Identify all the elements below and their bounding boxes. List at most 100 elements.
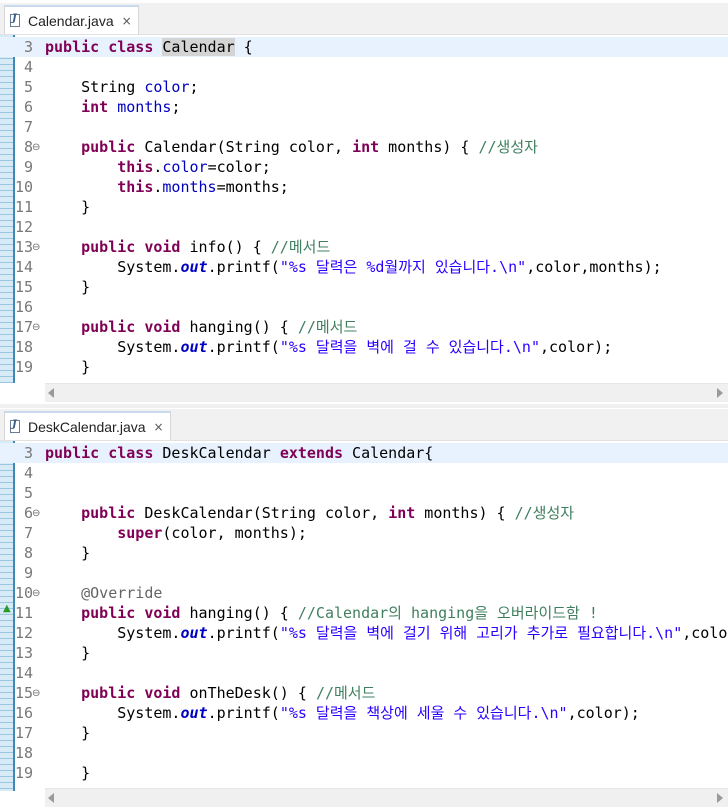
code-token: hanging() { <box>180 318 298 336</box>
code-editor[interactable]: 3 public class Calendar {4 5 String color;… <box>0 35 728 383</box>
code-text: public void hanging() { //메서드 <box>45 317 357 337</box>
code-token: super <box>117 524 163 542</box>
scroll-right-arrow-icon[interactable] <box>717 388 723 398</box>
line-number: 9 <box>23 158 33 176</box>
code-line[interactable]: 6 int months; <box>0 97 728 117</box>
close-icon[interactable]: × <box>154 420 164 434</box>
line-number: 12 <box>14 218 33 236</box>
fold-toggle-icon[interactable]: ⊖ <box>32 504 40 524</box>
code-line[interactable]: 3 public class Calendar { <box>0 37 728 57</box>
code-token: "%s 달력은 %d월까지 있습니다.\n" <box>279 258 527 276</box>
scroll-right-arrow-icon[interactable] <box>717 793 723 803</box>
fold-toggle-icon[interactable]: ⊖ <box>32 238 40 258</box>
code-text: } <box>45 277 90 297</box>
code-line[interactable]: 6 ⊖ public DeskCalendar(String color, int… <box>0 503 728 523</box>
code-line[interactable]: 18 System.out.printf("%s 달력을 벽에 걸 수 있습니다… <box>0 337 728 357</box>
code-line[interactable]: 14 System.out.printf("%s 달력은 %d월까지 있습니다.… <box>0 257 728 277</box>
code-line[interactable]: 18 <box>0 743 728 763</box>
code-token: //메서드 <box>270 238 331 256</box>
line-number: 13 <box>14 644 33 662</box>
code-text: } <box>45 763 90 783</box>
code-line[interactable]: 15 } <box>0 277 728 297</box>
code-token: out <box>180 624 208 642</box>
code-editor[interactable]: 3 public class DeskCalendar extends Calen… <box>0 441 728 791</box>
code-line[interactable]: 12 System.out.printf("%s 달력을 벽에 걸기 위해 고리… <box>0 623 728 643</box>
code-token: void <box>144 318 181 336</box>
line-number: 5 <box>23 484 33 502</box>
code-line[interactable]: 16 <box>0 297 728 317</box>
horizontal-scrollbar[interactable] <box>45 383 728 402</box>
code-line[interactable]: 3 public class DeskCalendar extends Calen… <box>0 443 728 463</box>
scroll-left-arrow-icon[interactable] <box>48 793 54 803</box>
line-number: 6 <box>23 504 33 522</box>
code-line[interactable]: 15 ⊖ public void onTheDesk() { //메서드 <box>0 683 728 703</box>
code-token: this <box>117 158 154 176</box>
code-line[interactable]: 9 <box>0 563 728 583</box>
code-token: extends <box>279 444 344 462</box>
code-token: } <box>45 544 91 562</box>
fold-toggle-icon[interactable]: ⊖ <box>32 684 40 704</box>
code-token: public <box>81 684 136 702</box>
code-text: int months; <box>45 97 180 117</box>
code-line[interactable]: 11 ▲ public void hanging() { //Calendar의 … <box>0 603 728 623</box>
scroll-left-arrow-icon[interactable] <box>48 388 54 398</box>
editor-separator[interactable] <box>0 404 728 408</box>
code-token: int <box>81 98 109 116</box>
code-line[interactable]: 7 super(color, months); <box>0 523 728 543</box>
code-line[interactable]: 8 } <box>0 543 728 563</box>
code-line[interactable]: 17 } <box>0 723 728 743</box>
code-line[interactable]: 4 <box>0 57 728 77</box>
code-token: Calendar{ <box>343 444 434 462</box>
fold-toggle-icon[interactable]: ⊖ <box>32 584 40 604</box>
code-token: System. <box>45 338 181 356</box>
code-line[interactable]: 10 this.months=months; <box>0 177 728 197</box>
code-token: } <box>45 644 91 662</box>
code-line[interactable]: 16 System.out.printf("%s 달력을 책상에 세울 수 있습… <box>0 703 728 723</box>
code-line[interactable]: 9 this.color=color; <box>0 157 728 177</box>
fold-toggle-icon[interactable]: ⊖ <box>32 318 40 338</box>
code-text: public class DeskCalendar extends Calend… <box>45 443 433 463</box>
code-token: =color; <box>207 158 271 176</box>
tab-deskcalendar-java[interactable]: J DeskCalendar.java × <box>4 411 171 440</box>
code-line[interactable]: 10 ⊖ @Override <box>0 583 728 603</box>
line-number: 4 <box>23 464 33 482</box>
code-line[interactable]: 4 <box>0 463 728 483</box>
code-text: this.color=color; <box>45 157 271 177</box>
code-line[interactable]: 14 <box>0 663 728 683</box>
code-line[interactable]: 7 <box>0 117 728 137</box>
tab-calendar-java[interactable]: J Calendar.java × <box>4 5 139 34</box>
code-line[interactable]: 11 } <box>0 197 728 217</box>
line-number: 14 <box>14 664 33 682</box>
code-line[interactable]: 19 } <box>0 357 728 377</box>
line-number: 19 <box>14 358 33 376</box>
code-token: } <box>45 198 91 216</box>
code-line[interactable]: 12 <box>0 217 728 237</box>
horizontal-scrollbar[interactable] <box>45 788 728 807</box>
code-text: System.out.printf("%s 달력을 벽에 걸 수 있습니다.\n… <box>45 337 612 357</box>
code-token: String <box>45 78 145 96</box>
code-token: public <box>45 444 100 462</box>
code-token: { <box>234 38 253 56</box>
code-token: System. <box>45 258 181 276</box>
code-line[interactable]: 8 ⊖ public Calendar(String color, int mon… <box>0 137 728 157</box>
code-token: class <box>108 444 154 462</box>
line-number: 8 <box>23 544 33 562</box>
code-line[interactable]: 19 } <box>0 763 728 783</box>
line-number: 11 <box>14 198 33 216</box>
line-number: 15 <box>14 278 33 296</box>
code-line[interactable]: 13 } <box>0 643 728 663</box>
code-line[interactable]: 17 ⊖ public void hanging() { //메서드 <box>0 317 728 337</box>
code-token: "%s 달력을 책상에 세울 수 있습니다.\n" <box>279 704 568 722</box>
code-token: public <box>81 138 136 156</box>
line-number: 17 <box>14 318 33 336</box>
close-icon[interactable]: × <box>122 14 132 28</box>
code-token: (color, months); <box>162 524 307 542</box>
code-line[interactable]: 13 ⊖ public void info() { //메서드 <box>0 237 728 257</box>
fold-toggle-icon[interactable]: ⊖ <box>32 138 40 158</box>
override-marker-icon[interactable]: ▲ <box>3 599 11 619</box>
code-line[interactable]: 5 String color; <box>0 77 728 97</box>
code-line[interactable]: 5 <box>0 483 728 503</box>
